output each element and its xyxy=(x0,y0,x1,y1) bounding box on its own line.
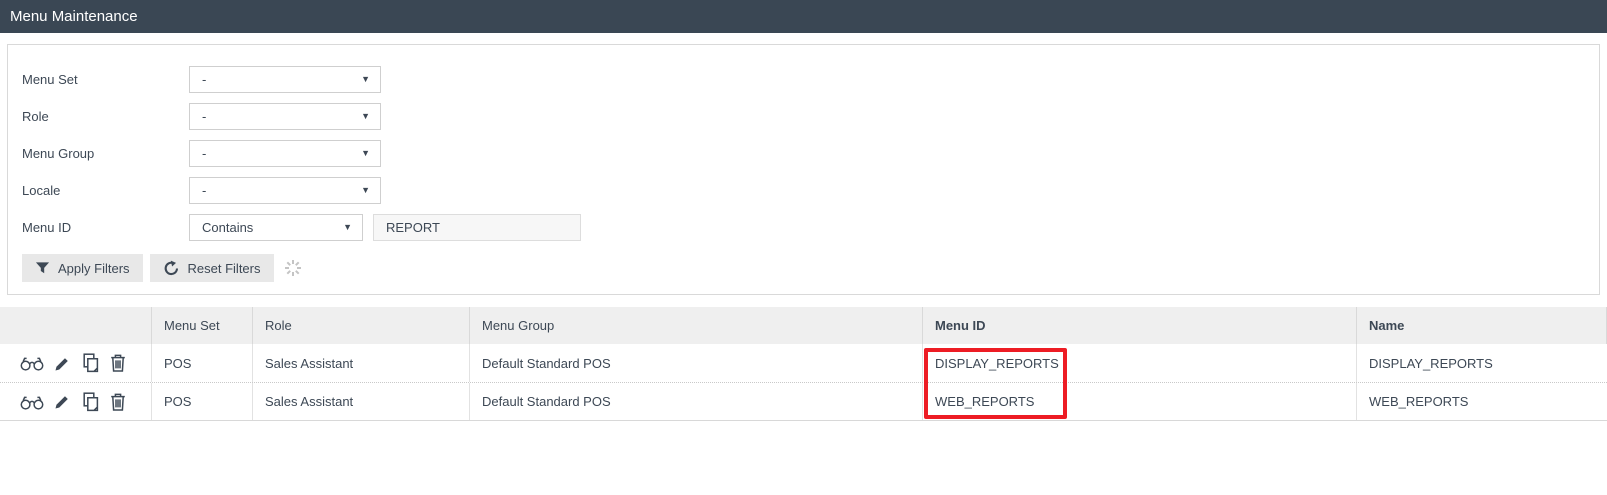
reset-filters-label: Reset Filters xyxy=(187,260,261,276)
table-header-row: Menu Set Role Menu Group Menu ID Name xyxy=(0,307,1607,344)
menu-id-operator-value: Contains xyxy=(202,220,254,235)
cell-menu-group: Default Standard POS xyxy=(470,383,923,420)
filter-row-role: Role - ▼ xyxy=(22,98,1599,135)
filter-funnel-icon xyxy=(35,262,50,274)
menu-group-label: Menu Group xyxy=(22,146,95,161)
table-row: POS Sales Assistant Default Standard POS… xyxy=(0,382,1607,420)
filter-row-menu-set: Menu Set - ▼ xyxy=(22,61,1599,98)
reset-filters-button[interactable]: Reset Filters xyxy=(149,254,274,282)
column-header-menu-id[interactable]: Menu ID xyxy=(923,307,1357,344)
column-header-menu-set[interactable]: Menu Set xyxy=(152,307,253,344)
edit-pencil-icon[interactable] xyxy=(54,355,71,372)
cell-name: DISPLAY_REPORTS xyxy=(1369,355,1493,371)
view-binoculars-icon[interactable] xyxy=(20,393,44,411)
cell-menu-set: POS xyxy=(152,383,253,420)
loading-spinner-icon xyxy=(284,260,301,276)
chevron-down-icon: ▼ xyxy=(361,185,370,195)
filter-row-menu-id: Menu ID Contains ▼ xyxy=(22,209,1599,246)
filter-panel: Menu Set - ▼ Role - ▼ Menu Group - ▼ Loc… xyxy=(7,44,1600,295)
role-select-value: - xyxy=(202,109,207,124)
cell-role: Sales Assistant xyxy=(253,383,470,420)
role-label: Role xyxy=(22,109,49,124)
apply-filters-button[interactable]: Apply Filters xyxy=(22,254,143,282)
view-binoculars-icon[interactable] xyxy=(20,354,44,372)
column-header-name[interactable]: Name xyxy=(1357,307,1607,344)
reset-icon xyxy=(164,260,178,275)
cell-menu-group: Default Standard POS xyxy=(470,344,923,382)
row-actions-cell xyxy=(0,344,152,382)
filter-buttons-row: Apply Filters Reset Filters xyxy=(22,254,1599,282)
edit-pencil-icon[interactable] xyxy=(54,393,71,410)
locale-label: Locale xyxy=(22,183,61,198)
page-title: Menu Maintenance xyxy=(10,8,138,25)
chevron-down-icon: ▼ xyxy=(343,222,352,232)
menu-set-select[interactable]: - ▼ xyxy=(189,66,381,93)
column-header-menu-group[interactable]: Menu Group xyxy=(470,307,923,344)
chevron-down-icon: ▼ xyxy=(361,111,370,121)
menu-maintenance-screen: Menu Maintenance Menu Set - ▼ Role - ▼ M… xyxy=(0,0,1607,421)
results-table: Menu Set Role Menu Group Menu ID Name PO… xyxy=(0,307,1607,421)
menu-id-operator-select[interactable]: Contains ▼ xyxy=(189,214,363,241)
cell-menu-id: DISPLAY_REPORTS xyxy=(923,344,1357,382)
menu-id-label: Menu ID xyxy=(22,220,72,235)
copy-icon[interactable] xyxy=(81,353,100,373)
column-header-role[interactable]: Role xyxy=(253,307,470,344)
menu-id-input[interactable] xyxy=(373,214,581,241)
filter-row-menu-group: Menu Group - ▼ xyxy=(22,135,1599,172)
role-select[interactable]: - ▼ xyxy=(189,103,381,130)
delete-trash-icon[interactable] xyxy=(110,393,126,411)
filter-row-locale: Locale - ▼ xyxy=(22,172,1599,209)
delete-trash-icon[interactable] xyxy=(110,354,126,372)
menu-group-select[interactable]: - ▼ xyxy=(189,140,381,167)
table-row: POS Sales Assistant Default Standard POS… xyxy=(0,344,1607,382)
row-actions-cell xyxy=(0,383,152,420)
column-header-actions xyxy=(0,307,152,344)
cell-role: Sales Assistant xyxy=(253,344,470,382)
menu-set-label: Menu Set xyxy=(22,72,78,87)
chevron-down-icon: ▼ xyxy=(361,74,370,84)
apply-filters-label: Apply Filters xyxy=(58,260,130,276)
copy-icon[interactable] xyxy=(81,391,100,412)
locale-select-value: - xyxy=(202,183,207,198)
menu-group-select-value: - xyxy=(202,146,207,161)
chevron-down-icon: ▼ xyxy=(361,148,370,158)
menu-set-select-value: - xyxy=(202,72,207,87)
locale-select[interactable]: - ▼ xyxy=(189,177,381,204)
page-header: Menu Maintenance xyxy=(0,0,1607,33)
cell-menu-id: WEB_REPORTS xyxy=(923,383,1357,420)
cell-menu-set: POS xyxy=(152,344,253,382)
cell-name: WEB_REPORTS xyxy=(1369,394,1469,409)
